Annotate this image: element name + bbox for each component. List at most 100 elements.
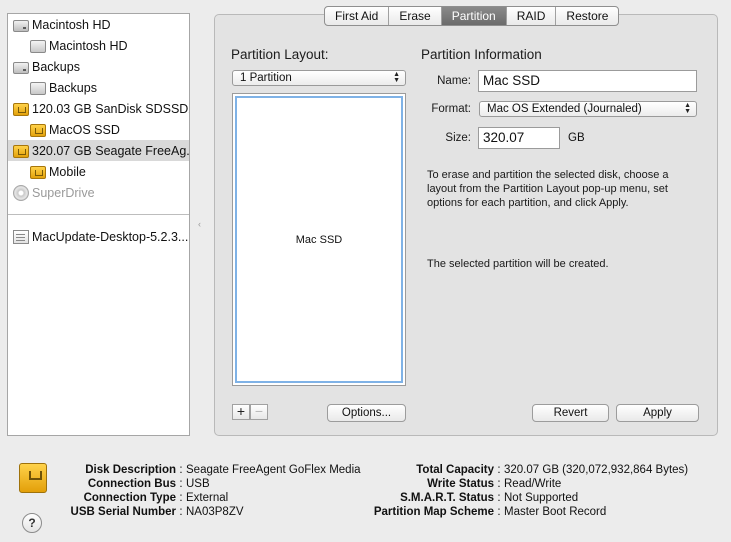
tab-restore[interactable]: Restore <box>556 7 618 25</box>
info-row-connection-bus: Connection Bus: USB <box>64 477 210 491</box>
info-key: Connection Bus <box>87 478 176 490</box>
partition-information-title: Partition Information <box>421 47 542 62</box>
help-text-line-3: options for each partition, and click Ap… <box>427 197 629 209</box>
info-separator: : <box>497 478 501 490</box>
size-label: Size: <box>445 132 471 144</box>
internal-disk-icon <box>13 61 29 74</box>
optical-drive-icon <box>13 184 29 201</box>
info-separator: : <box>497 464 501 476</box>
partition-layout-title: Partition Layout: <box>231 47 329 62</box>
info-key: S.M.A.R.T. Status <box>400 492 494 504</box>
sidebar-item-sandisk-disk[interactable]: 120.03 GB SanDisk SDSSDX <box>8 98 189 119</box>
info-row-disk-description: Disk Description: Seagate FreeAgent GoFle… <box>64 463 361 477</box>
info-separator: : <box>179 464 183 476</box>
internal-disk-icon <box>13 19 29 32</box>
sidebar-item-label: 320.07 GB Seagate FreeAg... <box>32 143 190 158</box>
info-separator: : <box>497 506 501 518</box>
usb-disk-icon <box>13 103 29 116</box>
partition-panel: Partition Layout: 1 Partition ▲ ▼ Mac SSD… <box>214 14 718 436</box>
sidebar-item-mobile-volume[interactable]: Mobile <box>8 161 189 182</box>
usb-disk-icon <box>19 463 47 493</box>
info-value: Master Boot Record <box>504 506 607 518</box>
info-value: Read/Write <box>504 478 562 490</box>
size-unit: GB <box>568 132 585 144</box>
sidebar-item-superdrive[interactable]: SuperDrive <box>8 182 189 203</box>
size-field[interactable]: 320.07 <box>478 127 560 149</box>
info-value: Seagate FreeAgent GoFlex Media <box>186 464 361 476</box>
sidebar-item-label: Macintosh HD <box>49 38 128 53</box>
info-row-total-capacity: Total Capacity:320.07 GB (320,072,932,86… <box>360 463 688 477</box>
info-key: Partition Map Scheme <box>373 506 494 518</box>
usb-volume-icon <box>30 124 46 137</box>
help-text-line-1: To erase and partition the selected disk… <box>427 169 669 181</box>
sidebar-divider <box>8 214 189 215</box>
info-separator: : <box>179 506 183 518</box>
info-key: Total Capacity <box>416 464 494 476</box>
name-label: Name: <box>437 75 471 87</box>
revert-button[interactable]: Revert <box>532 404 609 422</box>
disk-image-icon <box>13 230 29 244</box>
sidebar-item-macintosh-hd-volume[interactable]: Macintosh HD <box>8 35 189 56</box>
apply-button[interactable]: Apply <box>616 404 699 422</box>
remove-partition-button[interactable]: − <box>250 404 268 420</box>
help-button[interactable]: ? <box>22 513 42 533</box>
info-key: Connection Type <box>83 492 176 504</box>
sidebar-item-label: Macintosh HD <box>32 17 111 32</box>
volume-icon <box>30 82 46 95</box>
sidebar-item-label: 120.03 GB SanDisk SDSSDX <box>32 101 190 116</box>
info-row-connection-type: Connection Type: External <box>64 491 229 505</box>
sidebar-item-macos-ssd-volume[interactable]: MacOS SSD <box>8 119 189 140</box>
info-row-usb-serial: USB Serial Number: NA03P8ZV <box>64 505 244 519</box>
volume-icon <box>30 40 46 53</box>
partition-layout-popup[interactable]: 1 Partition ▲ ▼ <box>232 70 406 86</box>
add-partition-button[interactable]: + <box>232 404 250 420</box>
sidebar-item-seagate-disk[interactable]: 320.07 GB Seagate FreeAg... <box>8 140 189 161</box>
sidebar-item-label: Backups <box>32 59 80 74</box>
format-popup[interactable]: Mac OS Extended (Journaled) ▲ ▼ <box>479 101 697 117</box>
format-value: Mac OS Extended (Journaled) <box>487 103 642 115</box>
info-value: External <box>186 492 229 504</box>
sidebar-item-macintosh-hd-disk[interactable]: Macintosh HD <box>8 14 189 35</box>
options-button[interactable]: Options... <box>327 404 406 422</box>
partition-layout-value: 1 Partition <box>240 72 292 84</box>
disk-list-sidebar[interactable]: Macintosh HD Macintosh HD Backups Backup… <box>7 13 190 436</box>
sidebar-item-label: SuperDrive <box>32 185 95 200</box>
status-text: The selected partition will be created. <box>427 258 609 270</box>
sidebar-item-label: Mobile <box>49 164 86 179</box>
info-value: NA03P8ZV <box>186 506 244 518</box>
partition-layout-map: Mac SSD <box>232 93 406 386</box>
partition-block-label: Mac SSD <box>295 233 343 246</box>
info-value: Not Supported <box>504 492 579 504</box>
usb-disk-icon <box>13 145 29 158</box>
tab-bar: First Aid Erase Partition RAID Restore <box>324 6 620 26</box>
sidebar-item-label: MacUpdate-Desktop-5.2.3... <box>32 229 189 244</box>
sidebar-item-label: Backups <box>49 80 97 95</box>
info-row-smart-status: S.M.A.R.T. Status: Not Supported <box>360 491 578 505</box>
popup-arrows-icon: ▲ ▼ <box>684 102 691 115</box>
partition-block[interactable]: Mac SSD <box>235 96 403 383</box>
info-value: USB <box>186 478 210 490</box>
info-separator: : <box>179 478 183 490</box>
sidebar-item-backups-volume[interactable]: Backups <box>8 77 189 98</box>
tab-first-aid[interactable]: First Aid <box>325 7 390 25</box>
usb-volume-icon <box>30 166 46 179</box>
info-separator: : <box>497 492 501 504</box>
info-key: Disk Description <box>85 464 176 476</box>
help-text-line-2: layout from the Partition Layout pop-up … <box>427 183 668 195</box>
tab-erase[interactable]: Erase <box>389 7 442 25</box>
tab-partition[interactable]: Partition <box>441 7 507 25</box>
format-label: Format: <box>431 103 471 115</box>
info-key: Write Status <box>427 478 494 490</box>
info-key: USB Serial Number <box>70 506 176 518</box>
info-separator: : <box>179 492 183 504</box>
info-row-write-status: Write Status: Read/Write <box>360 477 561 491</box>
sidebar-item-backups-disk[interactable]: Backups <box>8 56 189 77</box>
partition-add-remove: + − <box>232 404 268 420</box>
sidebar-item-disk-image[interactable]: MacUpdate-Desktop-5.2.3... <box>8 226 189 247</box>
tab-raid[interactable]: RAID <box>507 7 557 25</box>
sidebar-item-label: MacOS SSD <box>49 122 120 137</box>
popup-arrows-icon: ▲ ▼ <box>393 71 400 84</box>
name-field[interactable]: Mac SSD <box>478 70 697 92</box>
info-row-partition-map-scheme: Partition Map Scheme: Master Boot Record <box>360 505 606 519</box>
split-view-handle[interactable]: ‹ <box>198 219 206 229</box>
